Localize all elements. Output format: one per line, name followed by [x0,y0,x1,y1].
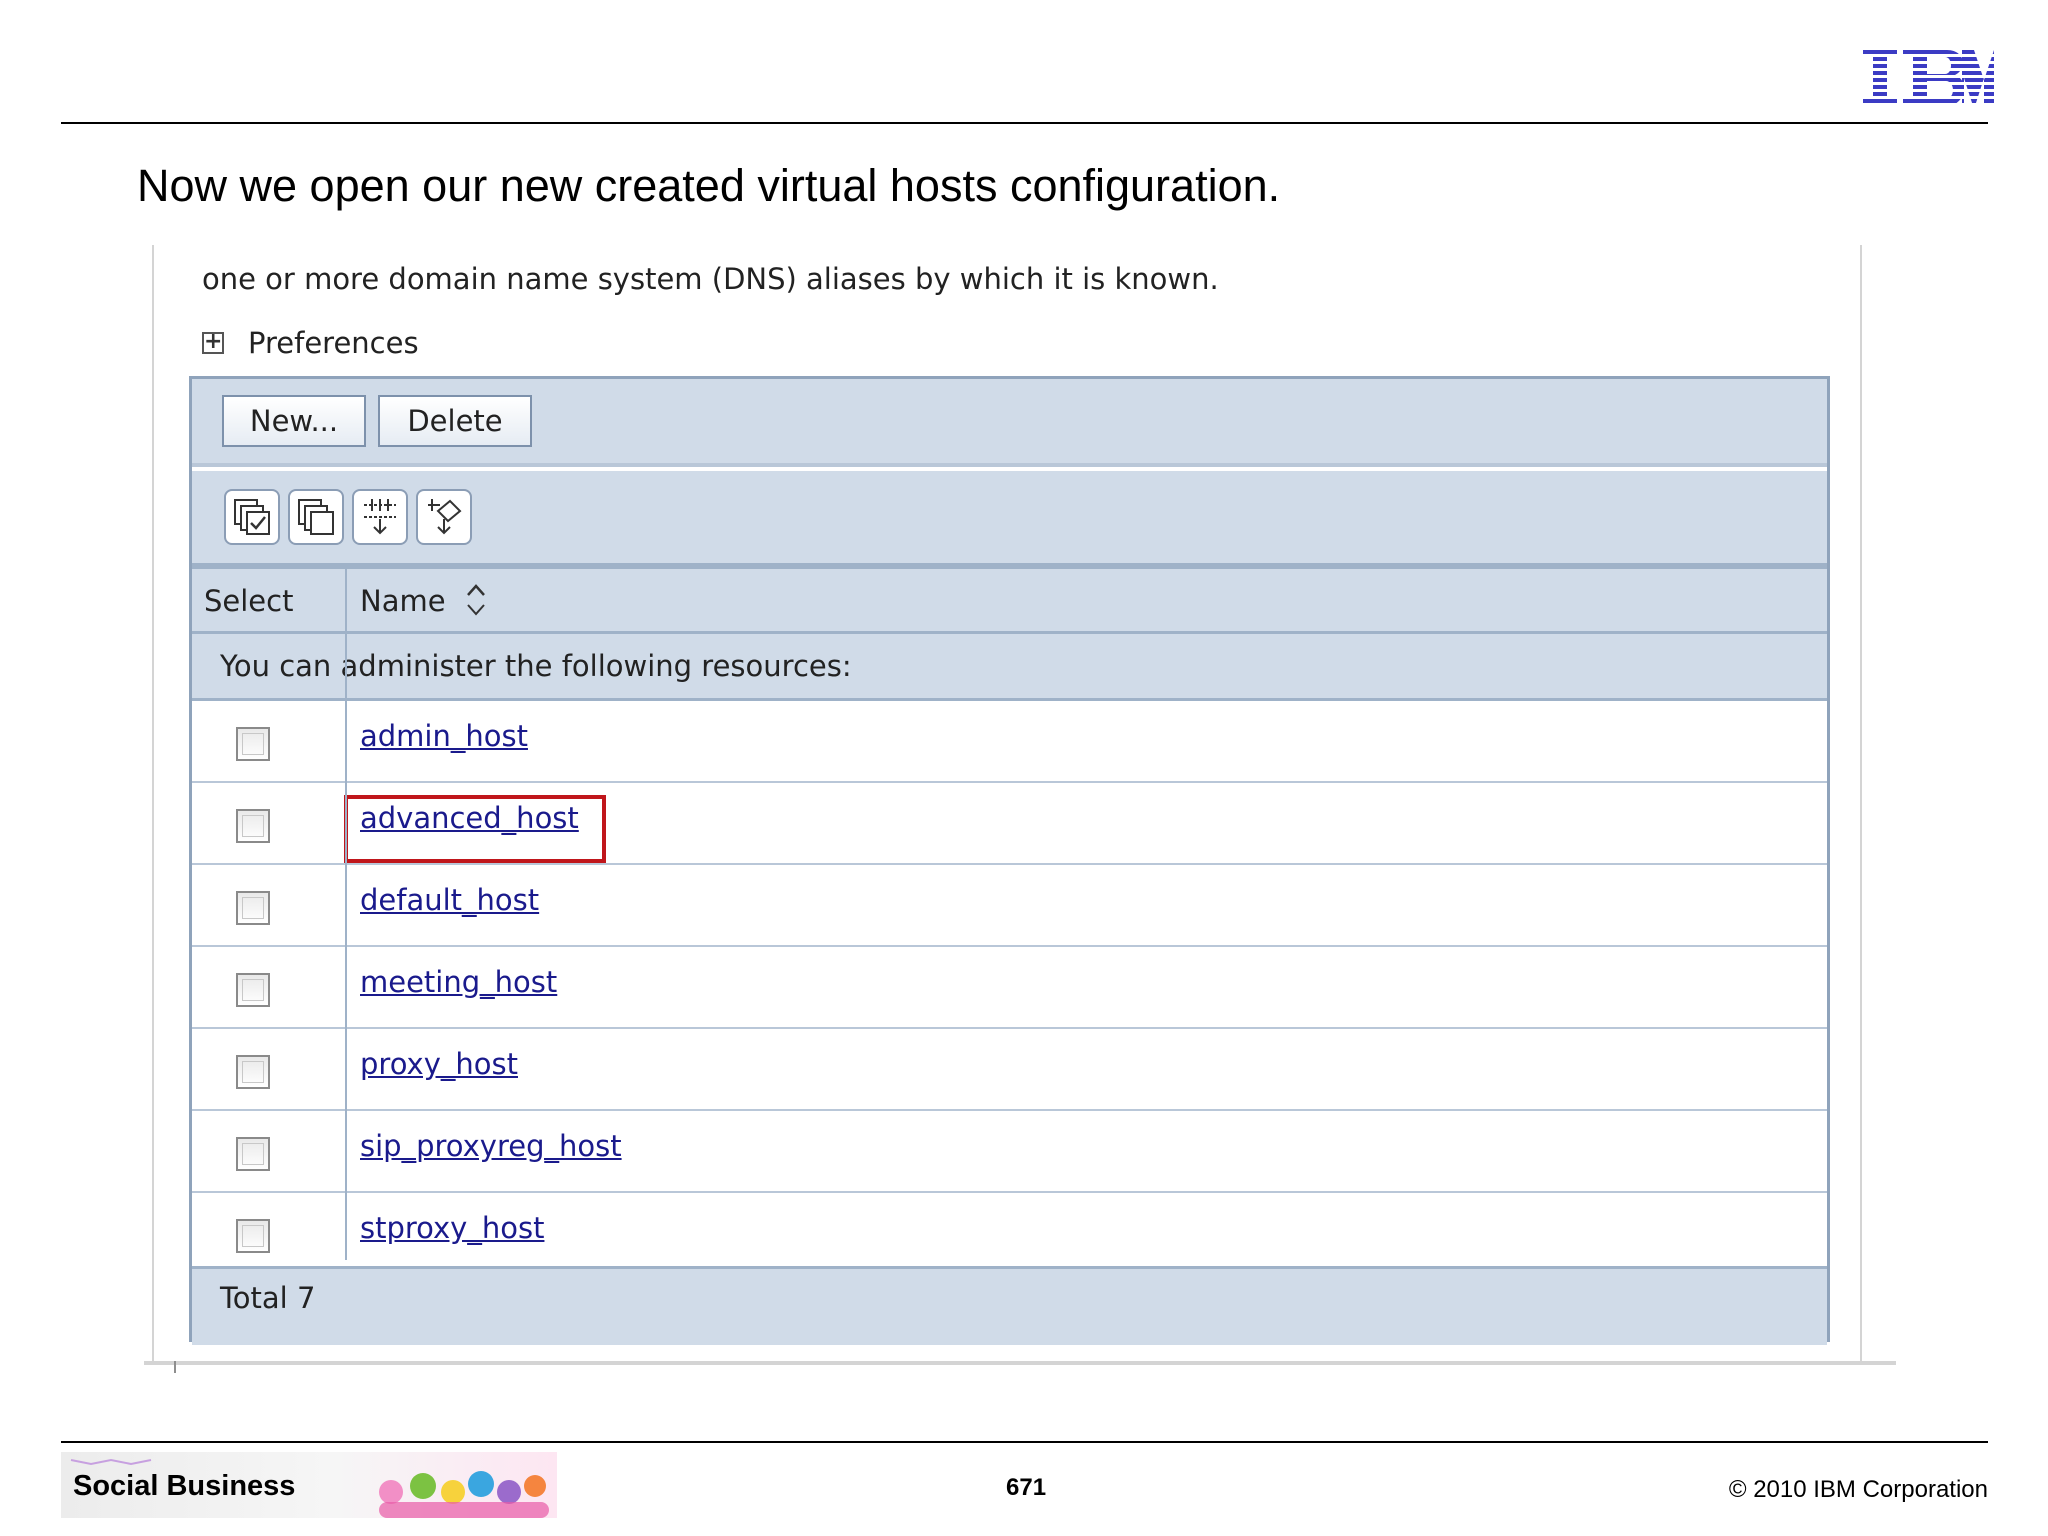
copyright-text: © 2010 IBM Corporation [1728,1476,1988,1503]
row-checkbox[interactable] [236,891,270,925]
expand-icon[interactable]: + [202,331,224,354]
table-row: sip_proxyreg_host [192,1111,1827,1193]
row-checkbox[interactable] [236,727,270,761]
table-row: advanced_host [192,783,1827,865]
select-all-icon[interactable] [224,489,280,545]
row-checkbox[interactable] [236,809,270,843]
table-row: stproxy_host [192,1193,1827,1269]
frame-border-left [152,245,154,1363]
host-link[interactable]: meeting_host [360,965,557,999]
page-number: 671 [1006,1474,1047,1501]
host-link[interactable]: sip_proxyreg_host [360,1129,622,1163]
column-header-select: Select [204,584,294,618]
top-rule [61,122,1988,124]
table-row: default_host [192,865,1827,947]
slide-heading: Now we open our new created virtual host… [137,160,1281,211]
preferences-link[interactable]: Preferences [248,326,419,360]
host-link[interactable]: admin_host [360,719,528,753]
new-button[interactable]: New... [222,395,366,447]
table-row: meeting_host [192,947,1827,1029]
bottom-rule [61,1441,1988,1443]
row-checkbox[interactable] [236,1219,270,1253]
host-link[interactable]: default_host [360,883,539,917]
button-bar: New... Delete [192,379,1827,467]
column-divider [345,569,347,1260]
row-checkbox[interactable] [236,973,270,1007]
total-count: Total 7 [220,1281,316,1315]
ibm-logo [1863,50,1994,106]
table-row: admin_host [192,701,1827,783]
row-checkbox[interactable] [236,1137,270,1171]
clear-filter-icon[interactable] [416,489,472,545]
scrollbar-tick [174,1361,176,1373]
deselect-all-icon[interactable] [288,489,344,545]
table-toolbar [192,471,1827,569]
host-link[interactable]: stproxy_host [360,1211,544,1245]
delete-button[interactable]: Delete [378,395,532,447]
resources-info-text: You can administer the following resourc… [220,649,852,683]
table-row: proxy_host [192,1029,1827,1111]
row-checkbox[interactable] [236,1055,270,1089]
sort-icon[interactable] [465,581,487,619]
table-footer [192,1266,1827,1345]
virtual-hosts-table: New... Delete Select Name You can admini… [189,376,1830,1345]
host-link[interactable]: proxy_host [360,1047,518,1081]
footer-title: Social Business [73,1470,296,1502]
show-filter-icon[interactable] [352,489,408,545]
column-header-name[interactable]: Name [360,584,446,618]
page-description: one or more domain name system (DNS) ali… [202,262,1219,296]
highlight-box [344,795,606,863]
frame-border-right [1860,245,1862,1363]
frame-scrollbar[interactable] [144,1361,1896,1365]
